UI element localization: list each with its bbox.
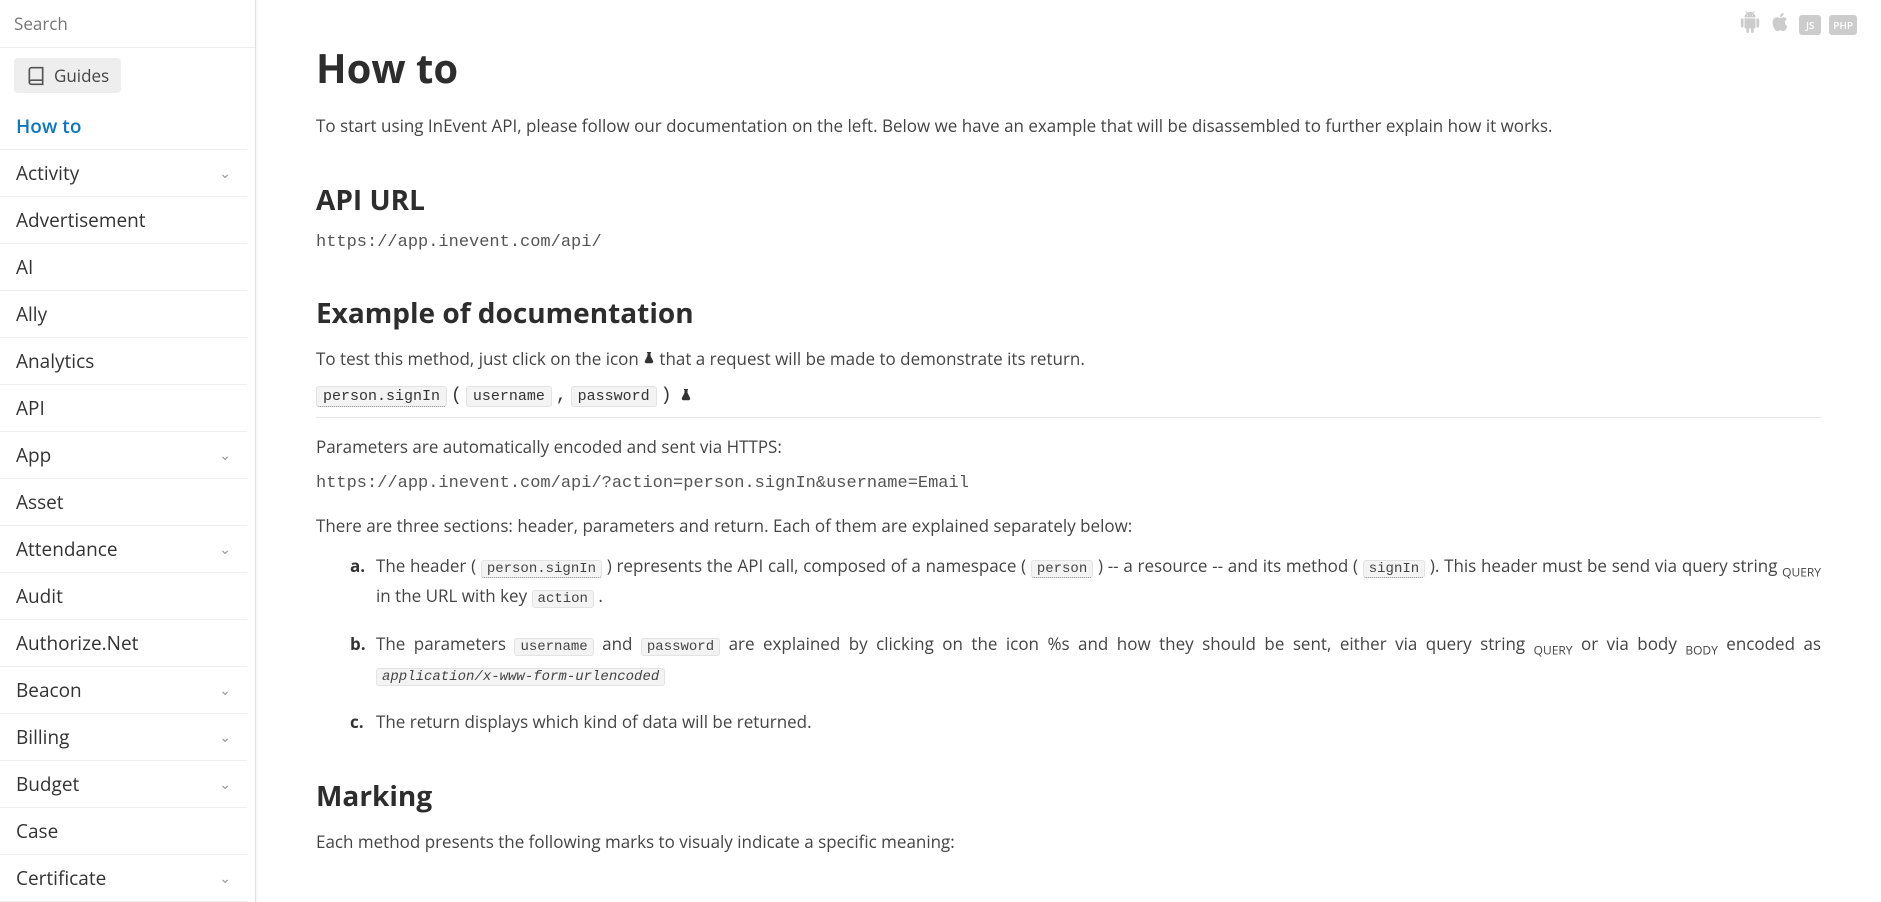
method-signature: person.signIn ( username , password ) bbox=[316, 385, 1821, 418]
api-url-value: https://app.inevent.com/api/ bbox=[316, 233, 1821, 252]
sidebar-item-analytics[interactable]: Analytics bbox=[0, 338, 247, 385]
sidebar-item-ally[interactable]: Ally bbox=[0, 291, 247, 338]
code-signin[interactable]: signIn bbox=[1363, 560, 1425, 578]
chevron-down-icon: ⌄ bbox=[219, 728, 231, 747]
code-username: username bbox=[514, 638, 593, 656]
platform-icons: JS PHP bbox=[1739, 10, 1857, 40]
marking-heading: Marking bbox=[316, 777, 1821, 815]
sidebar-item-label: Case bbox=[16, 818, 58, 844]
guides-button[interactable]: Guides bbox=[14, 58, 121, 93]
sidebar-item-label: Asset bbox=[16, 489, 64, 515]
chevron-down-icon: ⌄ bbox=[219, 446, 231, 465]
sidebar-item-label: Beacon bbox=[16, 677, 82, 703]
sidebar-item-label: App bbox=[16, 442, 51, 468]
chevron-down-icon: ⌄ bbox=[219, 164, 231, 183]
intro-text: To start using InEvent API, please follo… bbox=[316, 113, 1821, 139]
search-box bbox=[0, 0, 255, 48]
sidebar-item-label: Billing bbox=[16, 724, 69, 750]
sidebar-item-label: Ally bbox=[16, 301, 47, 327]
sidebar-item-ai[interactable]: AI bbox=[0, 244, 247, 291]
method-name-chip[interactable]: person.signIn bbox=[316, 386, 447, 407]
nav-list[interactable]: How to Activity ⌄ Advertisement AI Ally Analyt… bbox=[0, 103, 255, 902]
code-person[interactable]: person bbox=[1031, 560, 1093, 578]
sidebar-item-label: Advertisement bbox=[16, 207, 146, 233]
code-action: action bbox=[532, 590, 594, 608]
comma: , bbox=[556, 386, 567, 406]
sidebar-item-app[interactable]: App ⌄ bbox=[0, 432, 247, 479]
paren-open: ( bbox=[451, 386, 462, 406]
chevron-down-icon: ⌄ bbox=[219, 869, 231, 888]
list-item-c: The return displays which kind of data w… bbox=[356, 708, 1821, 735]
flask-icon-method[interactable] bbox=[680, 385, 692, 407]
sidebar-item-billing[interactable]: Billing ⌄ bbox=[0, 714, 247, 761]
sidebar-item-audit[interactable]: Audit bbox=[0, 573, 247, 620]
query-badge-a: QUERY bbox=[1782, 563, 1821, 580]
sidebar-item-label: Authorize.Net bbox=[16, 630, 138, 656]
sidebar-item-label: Activity bbox=[16, 160, 79, 186]
query-badge-b: QUERY bbox=[1534, 641, 1573, 658]
list-item-a: The header ( person.signIn ) represents … bbox=[356, 552, 1821, 610]
sidebar-item-label: Certificate bbox=[16, 865, 106, 891]
php-badge[interactable]: PHP bbox=[1829, 15, 1857, 35]
test-method-text: To test this method, just click on the i… bbox=[316, 346, 1821, 372]
code-password: password bbox=[641, 638, 720, 656]
chevron-down-icon: ⌄ bbox=[219, 681, 231, 700]
sidebar-item-beacon[interactable]: Beacon ⌄ bbox=[0, 667, 247, 714]
js-badge[interactable]: JS bbox=[1799, 15, 1821, 35]
param-password-chip[interactable]: password bbox=[571, 386, 657, 407]
sidebar-item-label: Attendance bbox=[16, 536, 118, 562]
test-text-after: that a request will be made to demonstra… bbox=[659, 347, 1084, 370]
guides-row: Guides bbox=[0, 48, 255, 103]
guides-label: Guides bbox=[54, 64, 109, 87]
sidebar-item-certificate[interactable]: Certificate ⌄ bbox=[0, 855, 247, 902]
main-content: JS PHP How to To start using InEvent API… bbox=[256, 0, 1881, 902]
sidebar-item-authorize-net[interactable]: Authorize.Net bbox=[0, 620, 247, 667]
chevron-down-icon: ⌄ bbox=[219, 775, 231, 794]
sidebar-item-activity[interactable]: Activity ⌄ bbox=[0, 150, 247, 197]
code-person-signin[interactable]: person.signIn bbox=[481, 560, 602, 578]
example-heading: Example of documentation bbox=[316, 294, 1821, 332]
sidebar-item-label: Budget bbox=[16, 771, 79, 797]
sections-intro: There are three sections: header, parame… bbox=[316, 513, 1821, 539]
sidebar-item-api[interactable]: API bbox=[0, 385, 247, 432]
paren-close: ) bbox=[661, 386, 672, 406]
param-username-chip[interactable]: username bbox=[466, 386, 552, 407]
sidebar-item-label: AI bbox=[16, 254, 33, 280]
marking-text: Each method presents the following marks… bbox=[316, 829, 1821, 855]
sidebar-item-label: Audit bbox=[16, 583, 63, 609]
sidebar-item-case[interactable]: Case bbox=[0, 808, 247, 855]
sidebar: Guides How to Activity ⌄ Advertisement AI All… bbox=[0, 0, 256, 902]
params-auto-text: Parameters are automatically encoded and… bbox=[316, 434, 1821, 460]
search-input[interactable] bbox=[14, 12, 241, 35]
body-badge: BODY bbox=[1685, 641, 1718, 658]
page-title: How to bbox=[316, 40, 1821, 95]
sidebar-item-label: API bbox=[16, 395, 45, 421]
sidebar-item-label: How to bbox=[16, 113, 81, 139]
nav-wrapper: How to Activity ⌄ Advertisement AI Ally Analyt… bbox=[0, 103, 255, 902]
sidebar-item-asset[interactable]: Asset bbox=[0, 479, 247, 526]
explanation-list: The header ( person.signIn ) represents … bbox=[356, 552, 1821, 735]
code-content-type: application/x-www-form-urlencoded bbox=[376, 668, 665, 686]
sidebar-item-budget[interactable]: Budget ⌄ bbox=[0, 761, 247, 808]
api-url-heading: API URL bbox=[316, 181, 1821, 219]
list-item-b: The parameters username and password are… bbox=[356, 630, 1821, 688]
encoded-url: https://app.inevent.com/api/?action=pers… bbox=[316, 474, 1821, 493]
sidebar-item-advertisement[interactable]: Advertisement bbox=[0, 197, 247, 244]
sidebar-item-how-to[interactable]: How to bbox=[0, 103, 247, 150]
chevron-down-icon: ⌄ bbox=[219, 540, 231, 559]
sidebar-item-label: Analytics bbox=[16, 348, 94, 374]
test-text-before: To test this method, just click on the i… bbox=[316, 347, 643, 370]
android-icon[interactable] bbox=[1739, 10, 1761, 40]
flask-icon[interactable] bbox=[643, 348, 659, 370]
sidebar-item-attendance[interactable]: Attendance ⌄ bbox=[0, 526, 247, 573]
book-icon bbox=[26, 66, 46, 86]
apple-icon[interactable] bbox=[1769, 10, 1791, 40]
